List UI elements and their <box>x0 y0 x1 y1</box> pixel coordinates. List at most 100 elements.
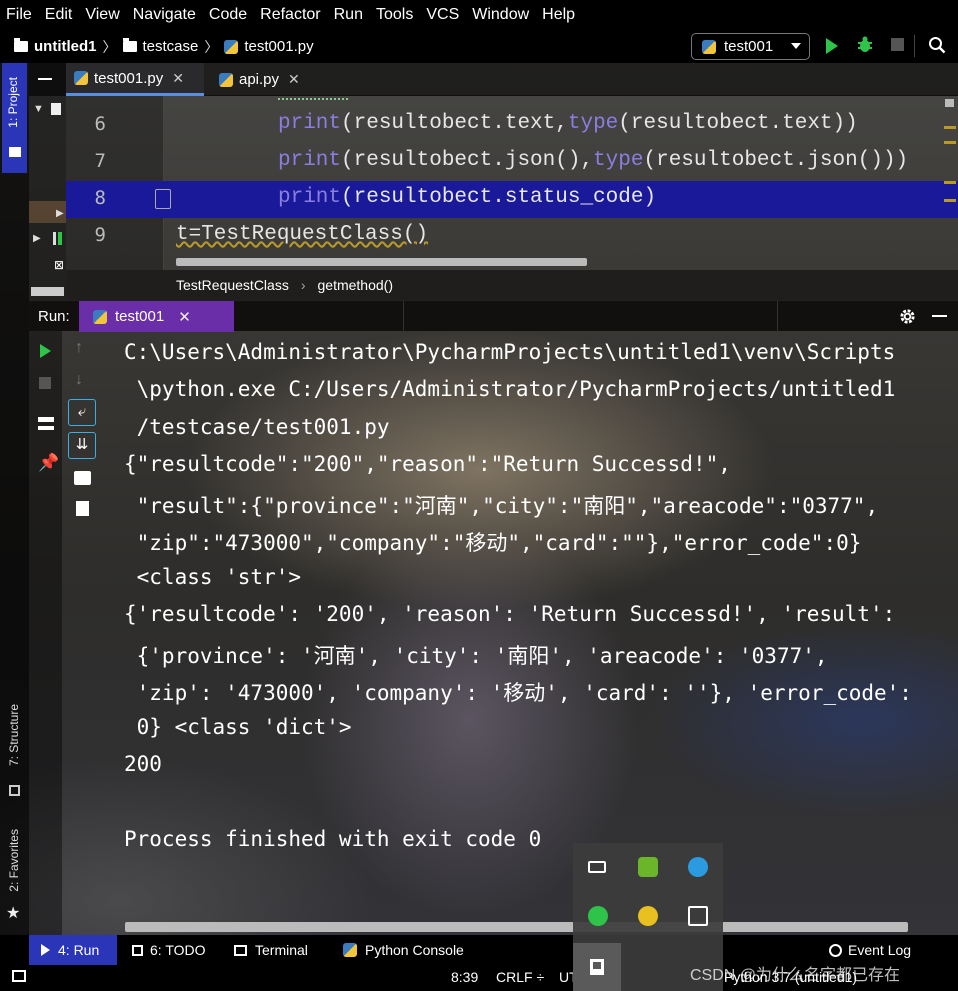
collapse-arrow-icon[interactable]: ▶ <box>33 233 41 244</box>
console-output[interactable]: C:\Users\Administrator\PycharmProjects\u… <box>118 334 948 864</box>
run-label: Run: <box>38 308 70 325</box>
run-toolbar-secondary: ↑ ↓ ⤶ ⇊ <box>62 331 102 935</box>
code-editor[interactable]: 6 print(resultobect.text,type(resultobec… <box>66 96 958 270</box>
soft-wrap-icon[interactable]: ⤶ <box>68 399 96 426</box>
menu-navigate[interactable]: Navigate <box>133 6 196 24</box>
code-line[interactable]: 9 t=TestRequestClass() <box>66 218 958 255</box>
caret-position[interactable]: 8:39 <box>451 969 478 985</box>
down-arrow-icon[interactable]: ↓ <box>75 371 83 389</box>
folder-icon <box>122 38 137 52</box>
run-toolbar-primary: 📌 <box>29 331 62 935</box>
run-config-select[interactable]: test001 <box>691 33 810 60</box>
start-button[interactable] <box>573 943 621 991</box>
nvidia-icon[interactable] <box>638 857 658 877</box>
chevron-right-icon: › <box>300 277 306 293</box>
project-tool-tab[interactable]: 1: Project <box>2 63 27 173</box>
debug-bug-icon[interactable] <box>856 36 874 54</box>
breadcrumb-method[interactable]: getmethod() <box>318 277 393 293</box>
code-line[interactable]: 7 print(resultobect.json(),type(resultob… <box>66 144 958 181</box>
menu-run[interactable]: Run <box>334 6 363 24</box>
menu-help[interactable]: Help <box>542 6 575 24</box>
collapse-arrow-icon[interactable]: ▶ <box>56 208 64 219</box>
pin-icon[interactable]: 📌 <box>38 453 59 473</box>
library-icon <box>58 232 62 245</box>
gear-icon[interactable] <box>899 308 916 325</box>
horizontal-scrollbar[interactable] <box>176 258 587 266</box>
star-icon: ★ <box>6 905 21 922</box>
stop-icon[interactable] <box>39 377 51 389</box>
line-separator[interactable]: CRLF ÷ <box>496 969 544 985</box>
run-tab-test001[interactable]: test001 ✕ <box>79 301 234 332</box>
python-icon <box>343 943 357 957</box>
close-icon[interactable]: ✕ <box>172 70 184 87</box>
search-icon[interactable] <box>928 36 946 54</box>
menu-tools[interactable]: Tools <box>376 6 413 24</box>
print-icon[interactable] <box>74 471 91 485</box>
console-line: "result":{"province":"河南","city":"南阳","a… <box>124 494 879 518</box>
fold-marker-icon[interactable] <box>155 189 171 209</box>
stop-icon[interactable] <box>891 38 904 51</box>
tab-todo[interactable]: 6: TODO <box>132 935 206 965</box>
tab-api[interactable]: api.py ✕ <box>211 63 313 96</box>
terminal-icon <box>234 944 247 956</box>
left-tool-strip: 1: Project 7: Structure 2: Favorites ★ <box>0 63 29 935</box>
structure-icon <box>9 785 20 796</box>
toggle-tool-windows-icon[interactable] <box>12 970 26 982</box>
run-icon[interactable] <box>826 38 838 54</box>
structure-tool-tab[interactable]: 7: Structure <box>0 698 29 803</box>
minimize-icon[interactable] <box>38 78 52 80</box>
menu-code[interactable]: Code <box>209 6 247 24</box>
menu-refactor[interactable]: Refactor <box>260 6 320 24</box>
expand-arrow-icon[interactable]: ▼ <box>33 103 44 115</box>
console-line: Process finished with exit code 0 <box>124 827 542 851</box>
copy-icon[interactable] <box>688 906 708 926</box>
breadcrumb-class[interactable]: TestRequestClass <box>176 277 289 293</box>
code-breadcrumb: TestRequestClass › getmethod() <box>66 270 958 300</box>
menu-window[interactable]: Window <box>472 6 529 24</box>
close-icon[interactable]: ✕ <box>288 71 300 88</box>
error-stripe <box>940 96 958 270</box>
chevron-right-icon: 〉 <box>102 38 117 55</box>
minimize-icon[interactable] <box>932 315 947 317</box>
close-icon[interactable]: ✕ <box>178 308 191 326</box>
divider <box>914 35 915 57</box>
tab-terminal[interactable]: Terminal <box>234 935 308 965</box>
battery-icon[interactable] <box>588 861 606 873</box>
breadcrumb-project[interactable]: untitled1 <box>14 38 97 55</box>
run-panel-header: Run: test001 ✕ <box>29 300 958 332</box>
horizontal-scrollbar[interactable] <box>125 922 908 932</box>
navigation-bar: untitled1 〉 testcase 〉 test001.py test00… <box>0 30 958 63</box>
layout-icon[interactable] <box>38 417 54 430</box>
watermark: CSDN @为什么名字都已存在 <box>690 967 901 984</box>
tab-run[interactable]: 4: Run <box>29 935 117 965</box>
todo-icon <box>132 944 143 956</box>
breadcrumb-folder[interactable]: testcase <box>122 38 198 55</box>
console-line: \python.exe C:/Users/Administrator/Pycha… <box>124 377 896 401</box>
menu-file[interactable]: File <box>6 6 32 24</box>
code-line-current[interactable]: 8 print(resultobect.status_code) <box>66 181 958 218</box>
horizontal-scrollbar[interactable] <box>31 287 64 296</box>
console-line: {'resultcode': '200', 'reason': 'Return … <box>124 602 896 626</box>
breadcrumb-file[interactable]: test001.py <box>224 38 314 55</box>
tab-test001[interactable]: test001.py ✕ <box>66 63 204 96</box>
menu-edit[interactable]: Edit <box>45 6 73 24</box>
tab-python-console[interactable]: Python Console <box>343 935 464 965</box>
warning-underline <box>278 96 348 100</box>
menu-vcs[interactable]: VCS <box>426 6 459 24</box>
bookmark-icon <box>590 959 604 975</box>
app-icon[interactable] <box>638 906 658 926</box>
rerun-icon[interactable] <box>40 344 51 358</box>
favorites-tool-tab[interactable]: 2: Favorites ★ <box>0 823 29 928</box>
menu-view[interactable]: View <box>85 6 119 24</box>
trash-icon[interactable] <box>76 501 89 516</box>
up-arrow-icon[interactable]: ↑ <box>75 339 83 357</box>
code-line[interactable]: 6 print(resultobect.text,type(resultobec… <box>66 107 958 144</box>
sync-icon[interactable] <box>688 857 708 877</box>
console-line: 'zip': '473000', 'company': '移动', 'card'… <box>124 681 912 705</box>
scroll-to-end-icon[interactable]: ⇊ <box>68 432 96 459</box>
console-line: <class 'str'> <box>124 565 302 589</box>
file-icon <box>51 103 61 115</box>
library-icon <box>53 232 56 245</box>
wechat-icon[interactable] <box>588 906 608 926</box>
event-log-icon <box>829 943 842 957</box>
